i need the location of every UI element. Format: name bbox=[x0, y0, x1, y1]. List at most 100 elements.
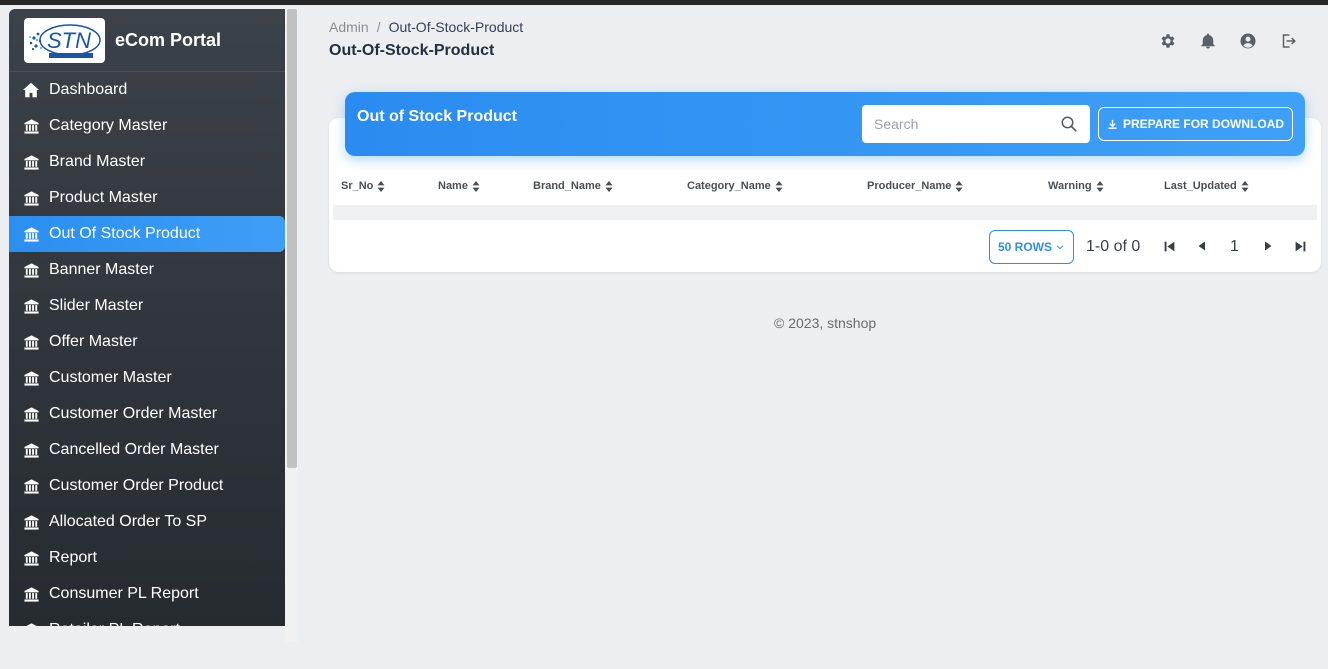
svg-text:STN: STN bbox=[47, 28, 91, 53]
column-header-label: Last_Updated bbox=[1164, 180, 1237, 192]
home-icon bbox=[21, 81, 41, 99]
card-header: Out of Stock Product PREPARE FOR DOWNLOA… bbox=[345, 92, 1305, 156]
previous-page-icon[interactable] bbox=[1194, 238, 1210, 254]
sidebar-wrapper: STN eCom Portal Dashboard Category Master… bbox=[0, 5, 298, 642]
current-page-number: 1 bbox=[1230, 238, 1239, 255]
page-title: Out-Of-Stock-Product bbox=[329, 42, 495, 59]
sidebar-item-banner-master[interactable]: Banner Master bbox=[9, 252, 285, 288]
gear-icon[interactable] bbox=[1158, 31, 1178, 51]
sidebar-item-dashboard[interactable]: Dashboard bbox=[9, 72, 285, 108]
sort-icon bbox=[605, 180, 613, 192]
column-header-sr-no[interactable]: Sr_No bbox=[341, 180, 385, 192]
bank-icon bbox=[21, 153, 41, 171]
bank-icon bbox=[21, 549, 41, 567]
column-header-brand-name[interactable]: Brand_Name bbox=[533, 180, 613, 192]
sidebar-item-category-master[interactable]: Category Master bbox=[9, 108, 285, 144]
logo: STN bbox=[24, 17, 105, 63]
first-page-icon[interactable] bbox=[1161, 238, 1177, 254]
brand[interactable]: STN eCom Portal bbox=[9, 9, 285, 72]
sidebar-scrollbar-thumb[interactable] bbox=[287, 9, 297, 468]
sidebar-item-label: Report bbox=[49, 549, 98, 566]
bank-icon bbox=[21, 117, 41, 135]
sidebar-item-customer-order-master[interactable]: Customer Order Master bbox=[9, 396, 285, 432]
sidebar-item-label: Dashboard bbox=[49, 81, 128, 98]
page-range-info: 1-0 of 0 bbox=[1086, 238, 1141, 255]
column-header-warning[interactable]: Warning bbox=[1048, 180, 1104, 192]
bell-icon[interactable] bbox=[1198, 31, 1218, 51]
sidebar-item-label: Slider Master bbox=[49, 297, 144, 314]
sort-icon bbox=[1096, 180, 1104, 192]
column-header-label: Warning bbox=[1048, 180, 1092, 192]
sidebar-item-brand-master[interactable]: Brand Master bbox=[9, 144, 285, 180]
sidebar-item-offer-master[interactable]: Offer Master bbox=[9, 324, 285, 360]
sidebar-item-label: Allocated Order To SP bbox=[49, 513, 208, 530]
sidebar-item-label: Brand Master bbox=[49, 153, 146, 170]
logout-icon[interactable] bbox=[1278, 31, 1298, 51]
sidebar-item-cancelled-order-master[interactable]: Cancelled Order Master bbox=[9, 432, 285, 468]
sidebar-item-label: Retailer PL Report bbox=[49, 621, 180, 626]
column-header-category-name[interactable]: Category_Name bbox=[687, 180, 783, 192]
column-header-label: Category_Name bbox=[687, 180, 771, 192]
sidebar-item-label: Product Master bbox=[49, 189, 158, 206]
breadcrumb-current: Out-Of-Stock-Product bbox=[388, 19, 524, 35]
table-empty-row bbox=[333, 205, 1317, 220]
search-box bbox=[862, 105, 1090, 143]
bank-icon bbox=[21, 333, 41, 351]
brand-name: eCom Portal bbox=[115, 29, 222, 50]
sidebar-item-report[interactable]: Report bbox=[9, 540, 285, 576]
sort-icon bbox=[775, 180, 783, 192]
next-page-icon[interactable] bbox=[1260, 238, 1276, 254]
last-page-icon[interactable] bbox=[1292, 238, 1308, 254]
chevron-down-icon bbox=[1056, 245, 1064, 250]
column-header-last-updated[interactable]: Last_Updated bbox=[1164, 180, 1249, 192]
table-header: Sr_No Name Brand_Name Category_Name Producer… bbox=[333, 172, 1317, 204]
bank-icon bbox=[21, 189, 41, 207]
column-header-label: Producer_Name bbox=[867, 180, 952, 192]
bank-icon bbox=[21, 513, 41, 531]
card-title: Out of Stock Product bbox=[357, 108, 517, 125]
sidebar-item-label: Customer Master bbox=[49, 369, 172, 386]
bank-icon bbox=[21, 225, 41, 243]
rows-per-page-label: 50 ROWS bbox=[997, 240, 1052, 254]
sidebar-item-product-master[interactable]: Product Master bbox=[9, 180, 285, 216]
account-icon[interactable] bbox=[1238, 31, 1258, 51]
sort-icon bbox=[472, 180, 480, 192]
column-header-producer-name[interactable]: Producer_Name bbox=[867, 180, 963, 192]
bank-icon bbox=[21, 441, 41, 459]
rows-per-page-select[interactable]: 50 ROWS bbox=[989, 230, 1074, 264]
breadcrumb-root[interactable]: Admin bbox=[329, 19, 369, 35]
sidebar-item-retailer-pl-report[interactable]: Retailer PL Report bbox=[9, 612, 285, 626]
sidebar-item-out-of-stock-product[interactable]: Out Of Stock Product bbox=[9, 216, 285, 252]
prepare-download-label: PREPARE FOR DOWNLOAD bbox=[1122, 117, 1285, 131]
sort-icon bbox=[1241, 180, 1249, 192]
breadcrumb: Admin / Out-Of-Stock-Product bbox=[329, 19, 523, 35]
header-actions bbox=[1158, 31, 1318, 51]
footer-copyright: © 2023, stnshop bbox=[774, 315, 877, 331]
sidebar-item-customer-order-product[interactable]: Customer Order Product bbox=[9, 468, 285, 504]
bank-icon bbox=[21, 261, 41, 279]
download-icon bbox=[1107, 119, 1118, 130]
sidebar-item-label: Offer Master bbox=[49, 333, 138, 350]
sidebar: STN eCom Portal Dashboard Category Master… bbox=[9, 9, 285, 626]
bank-icon bbox=[21, 405, 41, 423]
search-input[interactable] bbox=[862, 105, 1052, 143]
sidebar-item-slider-master[interactable]: Slider Master bbox=[9, 288, 285, 324]
column-header-label: Name bbox=[438, 180, 468, 192]
sidebar-item-allocated-order-to-sp[interactable]: Allocated Order To SP bbox=[9, 504, 285, 540]
sidebar-item-label: Customer Order Product bbox=[49, 477, 224, 494]
column-header-name[interactable]: Name bbox=[438, 180, 480, 192]
breadcrumb-separator: / bbox=[376, 19, 381, 35]
sidebar-item-customer-master[interactable]: Customer Master bbox=[9, 360, 285, 396]
bank-icon bbox=[21, 369, 41, 387]
search-icon[interactable] bbox=[1060, 115, 1078, 138]
prepare-download-button[interactable]: PREPARE FOR DOWNLOAD bbox=[1098, 107, 1293, 141]
bank-icon bbox=[21, 585, 41, 603]
sort-icon bbox=[377, 180, 385, 192]
sidebar-nav: Dashboard Category Master Brand Master Prod… bbox=[9, 72, 285, 626]
bank-icon bbox=[21, 477, 41, 495]
sidebar-item-label: Category Master bbox=[49, 117, 168, 134]
bank-icon bbox=[21, 621, 41, 626]
pagination: 50 ROWS 1-0 of 0 bbox=[989, 230, 1140, 264]
bank-icon bbox=[21, 297, 41, 315]
sidebar-item-consumer-pl-report[interactable]: Consumer PL Report bbox=[9, 576, 285, 612]
